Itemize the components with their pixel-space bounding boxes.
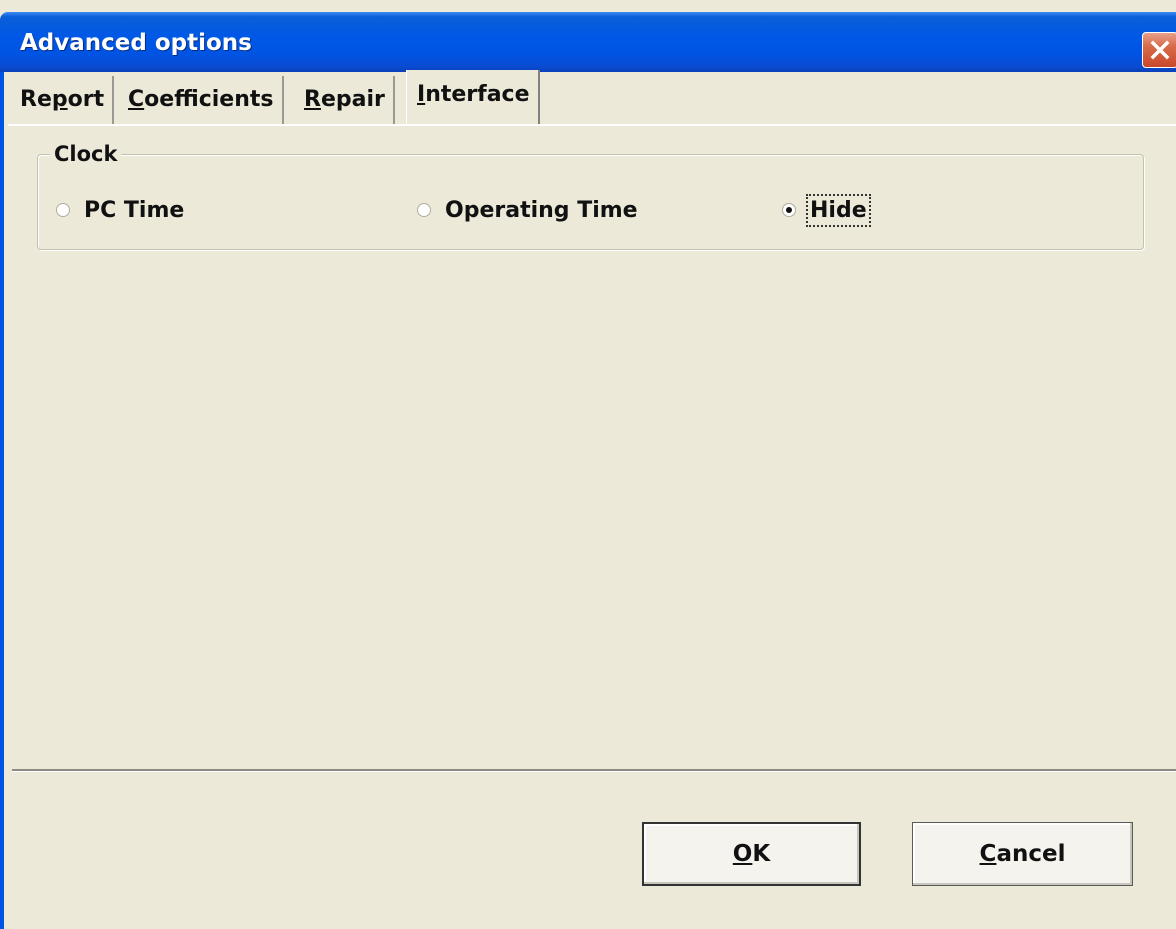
- advanced-options-dialog: Advanced options Report Coefficients Rep…: [0, 0, 1176, 929]
- tab-report-label: Re: [20, 87, 52, 112]
- tab-interface-label-rest: nterface: [425, 82, 530, 107]
- radio-hide[interactable]: Hide: [782, 193, 871, 227]
- tab-coefficients-label-rest: oefficients: [144, 87, 274, 112]
- tab-repair-label-rest: epair: [320, 87, 385, 112]
- cancel-button[interactable]: Cancel: [912, 822, 1133, 886]
- tab-strip: Report Coefficients Repair Interface: [10, 70, 1176, 124]
- radio-operating-time-circle[interactable]: [417, 203, 431, 217]
- tab-repair[interactable]: Repair: [294, 76, 395, 124]
- close-icon: [1150, 40, 1170, 60]
- radio-operating-time-label[interactable]: Operating Time: [443, 196, 640, 225]
- tab-interface[interactable]: Interface: [406, 70, 540, 124]
- tab-panel-border: [8, 124, 1176, 126]
- radio-hide-circle[interactable]: [782, 203, 796, 217]
- close-button[interactable]: [1142, 32, 1176, 68]
- ok-button-label: K: [752, 841, 771, 867]
- tab-coefficients-mnemonic: C: [128, 87, 145, 112]
- ok-button-mnemonic: O: [732, 841, 753, 867]
- tab-interface-mnemonic: I: [417, 82, 426, 107]
- radio-hide-label[interactable]: Hide: [806, 193, 871, 227]
- tab-repair-mnemonic: R: [304, 87, 321, 112]
- tab-report-label-rest: ort: [67, 87, 105, 112]
- radio-operating-time[interactable]: Operating Time: [417, 195, 640, 225]
- window-title: Advanced options: [20, 30, 252, 56]
- cancel-button-mnemonic: C: [979, 841, 997, 867]
- radio-pc-time-circle[interactable]: [56, 203, 70, 217]
- radio-pc-time-label[interactable]: PC Time: [82, 196, 186, 225]
- dialog-client-area: Report Coefficients Repair Interface Clo…: [0, 70, 1176, 929]
- title-bar[interactable]: Advanced options: [0, 12, 1176, 72]
- tab-coefficients[interactable]: Coefficients: [118, 76, 284, 124]
- tab-report-mnemonic: p: [51, 87, 68, 112]
- ok-button[interactable]: OK: [642, 822, 861, 886]
- cancel-button-label: ancel: [996, 841, 1066, 867]
- tab-report[interactable]: Report: [10, 76, 115, 124]
- clock-groupbox-label: Clock: [50, 142, 122, 166]
- radio-pc-time[interactable]: PC Time: [56, 195, 186, 225]
- footer-separator: [12, 769, 1176, 772]
